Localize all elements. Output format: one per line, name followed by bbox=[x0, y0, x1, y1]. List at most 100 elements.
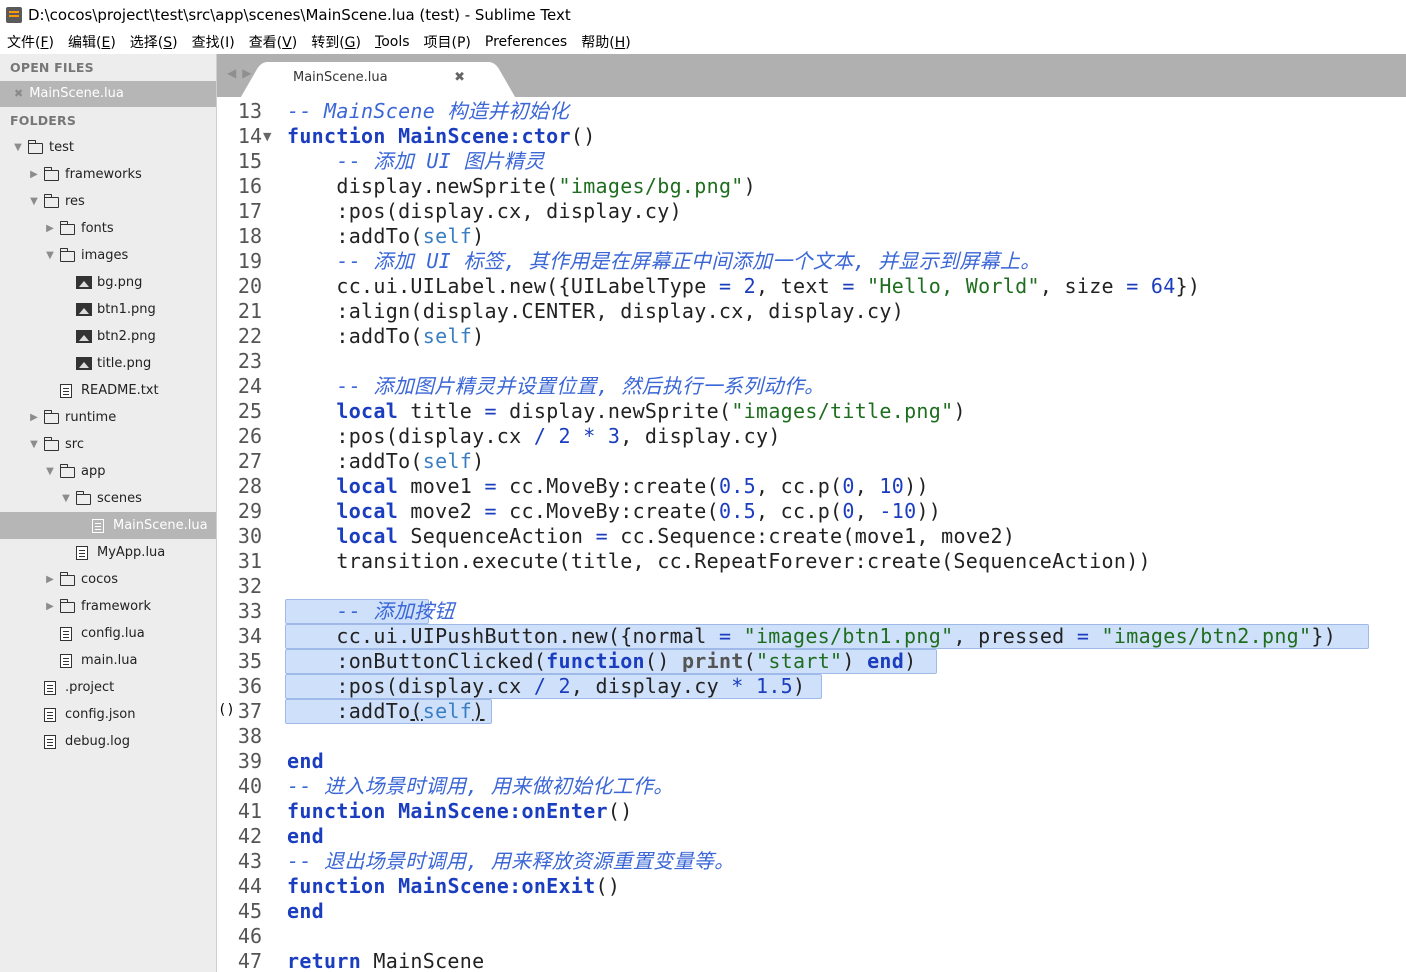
code-line[interactable]: -- 添加 UI 图片精灵 bbox=[287, 149, 545, 174]
tree-item[interactable]: ▼ scenes bbox=[0, 485, 216, 512]
tree-item[interactable]: ▼ app bbox=[0, 458, 216, 485]
code-token: ) bbox=[743, 174, 756, 198]
menu-item[interactable]: 转到(G) bbox=[311, 32, 361, 52]
expand-arrow-icon[interactable]: ▶ bbox=[28, 169, 40, 180]
menu-item[interactable]: 查看(V) bbox=[249, 32, 298, 52]
collapse-arrow-icon[interactable]: ▼ bbox=[60, 493, 72, 504]
file-icon bbox=[92, 518, 108, 533]
code-token: cc.MoveBy:create( bbox=[496, 474, 719, 498]
code-line[interactable]: -- MainScene 构造并初始化 bbox=[287, 99, 569, 124]
tree-item-label: src bbox=[65, 437, 84, 452]
tree-item[interactable]: btn1.png bbox=[0, 296, 216, 323]
expand-arrow-icon[interactable]: ▶ bbox=[44, 223, 56, 234]
code-line[interactable]: -- 进入场景时调用, 用来做初始化工作。 bbox=[287, 774, 674, 799]
code-line[interactable]: :addTo(self) bbox=[287, 699, 484, 724]
code-line[interactable]: local move2 = cc.MoveBy:create(0.5, cc.p… bbox=[287, 499, 941, 524]
code-line[interactable]: -- 添加图片精灵并设置位置, 然后执行一系列动作。 bbox=[287, 374, 824, 399]
code-line[interactable]: function MainScene:onEnter() bbox=[287, 799, 633, 824]
code-line[interactable]: :align(display.CENTER, display.cx, displ… bbox=[287, 299, 904, 324]
tree-item[interactable]: ▼ test bbox=[0, 134, 216, 161]
code-token: self bbox=[422, 449, 473, 473]
collapse-arrow-icon[interactable]: ▼ bbox=[28, 439, 40, 450]
code-line[interactable]: :pos(display.cx / 2 * 3, display.cy) bbox=[287, 424, 781, 449]
tab-mainscene[interactable]: MainScene.lua ✖ bbox=[265, 62, 485, 97]
menu-item[interactable]: 选择(S) bbox=[130, 32, 178, 52]
code-line[interactable]: local move1 = cc.MoveBy:create(0.5, cc.p… bbox=[287, 474, 929, 499]
tree-item[interactable]: ▶ fonts bbox=[0, 215, 216, 242]
tree-item[interactable]: main.lua bbox=[0, 647, 216, 674]
code-token: , size bbox=[1039, 274, 1127, 298]
code-line[interactable]: end bbox=[287, 749, 324, 774]
code-line[interactable]: :addTo(self) bbox=[287, 324, 484, 349]
tree-item[interactable]: ▼ res bbox=[0, 188, 216, 215]
tree-item[interactable]: ▼ src bbox=[0, 431, 216, 458]
code-token: "images/title.png" bbox=[731, 399, 954, 423]
collapse-arrow-icon[interactable]: ▼ bbox=[28, 196, 40, 207]
collapse-arrow-icon[interactable]: ▼ bbox=[12, 142, 24, 153]
code-line[interactable]: end bbox=[287, 899, 324, 924]
menu-item[interactable]: 文件(F) bbox=[7, 32, 54, 52]
open-file-item[interactable]: ✖ MainScene.lua bbox=[0, 81, 216, 107]
tree-item[interactable]: btn2.png bbox=[0, 323, 216, 350]
icon-shape bbox=[44, 680, 56, 695]
code-line[interactable]: :onButtonClicked(function() print("start… bbox=[287, 649, 916, 674]
code-line[interactable]: local title = display.newSprite("images/… bbox=[287, 399, 966, 424]
code-line[interactable]: :pos(display.cx, display.cy) bbox=[287, 199, 682, 224]
code-line[interactable]: -- 添加按钮 bbox=[287, 599, 455, 624]
folder-icon bbox=[75, 490, 92, 506]
expand-arrow-icon[interactable]: ▶ bbox=[28, 412, 40, 423]
code-line[interactable]: display.newSprite("images/bg.png") bbox=[287, 174, 756, 199]
code-editor[interactable]: 13 -- MainScene 构造并初始化 14 ▼ function MainSce… bbox=[218, 97, 1406, 972]
tree-item[interactable]: MainScene.lua bbox=[0, 512, 216, 539]
code-line[interactable]: :addTo(self) bbox=[287, 224, 484, 249]
menu-item[interactable]: 查找(I) bbox=[192, 32, 235, 52]
tree-item[interactable]: README.txt bbox=[0, 377, 216, 404]
collapse-arrow-icon[interactable]: ▼ bbox=[44, 250, 56, 261]
tree-item[interactable]: bg.png bbox=[0, 269, 216, 296]
code-line[interactable]: :addTo(self) bbox=[287, 449, 484, 474]
tree-item[interactable]: ▶ frameworks bbox=[0, 161, 216, 188]
code-token: = bbox=[718, 274, 732, 298]
code-line[interactable]: return MainScene bbox=[287, 949, 484, 972]
tree-item[interactable]: ▶ framework bbox=[0, 593, 216, 620]
menu-item[interactable]: Preferences bbox=[485, 34, 567, 50]
tree-item[interactable]: MyApp.lua bbox=[0, 539, 216, 566]
tree-item[interactable]: .project bbox=[0, 674, 216, 701]
code-token: cc.ui.UIPushButton.new({normal bbox=[287, 624, 719, 648]
tree-item[interactable]: ▼ images bbox=[0, 242, 216, 269]
fold-arrow-icon[interactable]: ▼ bbox=[263, 124, 271, 149]
code-line[interactable]: function MainScene:onExit() bbox=[287, 874, 620, 899]
icon-shape bbox=[27, 139, 43, 154]
expand-arrow-icon[interactable]: ▶ bbox=[44, 574, 56, 585]
code-line[interactable]: -- 退出场景时调用, 用来释放资源重置变量等。 bbox=[287, 849, 734, 874]
code-line[interactable]: function MainScene:ctor() bbox=[287, 124, 596, 149]
tree-item[interactable]: ▶ runtime bbox=[0, 404, 216, 431]
code-token: -- MainScene 构造并初始化 bbox=[287, 99, 570, 123]
expand-arrow-icon[interactable]: ▶ bbox=[44, 601, 56, 612]
tree-item[interactable]: title.png bbox=[0, 350, 216, 377]
menu-item[interactable]: 编辑(E) bbox=[68, 32, 116, 52]
menu-item[interactable]: Tools bbox=[375, 34, 410, 50]
menu-item[interactable]: 帮助(H) bbox=[581, 32, 630, 52]
collapse-arrow-icon[interactable]: ▼ bbox=[44, 466, 56, 477]
code-line[interactable]: -- 添加 UI 标签, 其作用是在屏幕正中间添加一个文本, 并显示到屏幕上。 bbox=[287, 249, 1041, 274]
code-line[interactable]: cc.ui.UIPushButton.new({normal = "images… bbox=[287, 624, 1336, 649]
code-line[interactable]: local SequenceAction = cc.Sequence:creat… bbox=[287, 524, 1015, 549]
tree-item[interactable]: config.lua bbox=[0, 620, 216, 647]
tree-item[interactable]: debug.log bbox=[0, 728, 216, 755]
code-line[interactable]: :pos(display.cx / 2, display.cy * 1.5) bbox=[287, 674, 805, 699]
close-icon[interactable]: ✖ bbox=[14, 81, 23, 107]
tree-item[interactable]: ▶ cocos bbox=[0, 566, 216, 593]
menu-item-accelerator: H bbox=[614, 34, 626, 51]
tab-close-icon[interactable]: ✖ bbox=[454, 62, 465, 94]
menu-item[interactable]: 项目(P) bbox=[424, 32, 471, 52]
code-line[interactable]: transition.execute(title, cc.RepeatForev… bbox=[287, 549, 1151, 574]
code-line[interactable]: cc.ui.UILabel.new({UILabelType = 2, text… bbox=[287, 274, 1200, 299]
tree-item[interactable]: config.json bbox=[0, 701, 216, 728]
code-line[interactable]: end bbox=[287, 824, 324, 849]
tree-item-label: MyApp.lua bbox=[97, 545, 166, 560]
